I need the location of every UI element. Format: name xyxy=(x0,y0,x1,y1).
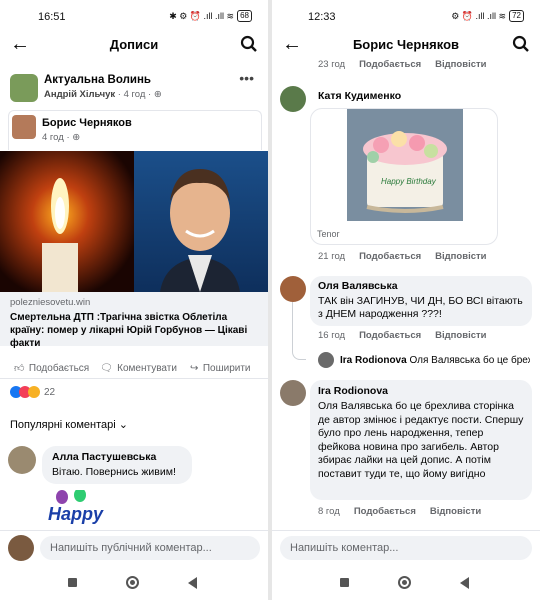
comment-input[interactable]: Напишіть коментар... xyxy=(280,536,532,560)
page-title: Дописи xyxy=(109,37,159,52)
thread-line xyxy=(292,302,306,360)
comment-author[interactable]: Алла Пастушевська xyxy=(52,451,156,463)
gif-attachment[interactable]: Happy Birthday Tenor xyxy=(310,108,498,245)
recent-apps-icon[interactable] xyxy=(340,578,349,587)
status-icons: ✱ ⚙ ⏰ .ıll .ıll ≋ 68 xyxy=(169,10,252,22)
like-link[interactable]: Подобається xyxy=(359,251,421,262)
sharer-name[interactable]: Андрій Хільчук xyxy=(44,89,115,100)
divider xyxy=(0,378,268,379)
comment-time: 21 год xyxy=(318,251,346,262)
left-screen: 16:51 ✱ ⚙ ⏰ .ıll .ıll ≋ 68 ← Дописи Актуа… xyxy=(0,0,268,600)
globe-icon: ⊕ xyxy=(72,132,81,143)
like-link[interactable]: Подобається xyxy=(359,330,421,341)
comment-gif[interactable]: Happy xyxy=(44,490,124,530)
gif-source: Tenor xyxy=(317,229,340,239)
shared-author-avatar[interactable] xyxy=(12,115,36,139)
comment-text: ТАК він ЗАГИНУВ, ЧИ ДН, БО ВСІ вітають з… xyxy=(318,295,523,320)
balloon-icon xyxy=(74,490,86,502)
page-avatar[interactable] xyxy=(10,74,38,102)
reply-link[interactable]: Відповісти xyxy=(430,506,481,517)
candle-and-portrait-image xyxy=(0,151,268,292)
more-options-icon[interactable]: ••• xyxy=(239,70,254,86)
comment-bubble-icon: 🗨︎ xyxy=(100,363,113,374)
comment-avatar[interactable] xyxy=(8,446,36,474)
share-arrow-icon: ↪ xyxy=(190,363,199,374)
comment-actions-row: 8 год Подобається Відповісти xyxy=(318,506,481,517)
system-nav-bar xyxy=(272,564,540,600)
link-preview-image[interactable] xyxy=(0,151,268,292)
comment-avatar[interactable] xyxy=(280,86,306,112)
comment-avatar[interactable] xyxy=(280,380,306,406)
user-avatar xyxy=(8,535,34,561)
page-name[interactable]: Актуальна Волинь xyxy=(44,74,151,86)
post-time: 4 год xyxy=(123,89,146,100)
page-title: Борис Черняков xyxy=(352,37,460,52)
balloon-icon xyxy=(56,490,68,504)
thumb-up-icon: 👍︎ xyxy=(14,363,25,374)
top-comments-filter[interactable]: Популярні коментарі ⌄ xyxy=(10,418,128,431)
chevron-down-icon: ⌄ xyxy=(118,419,128,431)
comment-text: Вітаю. Повернись живим! xyxy=(52,466,176,478)
back-icon[interactable] xyxy=(460,577,469,589)
comment-time: 23 год xyxy=(318,59,346,70)
comment-button[interactable]: 🗨︎ Коментувати xyxy=(100,358,177,376)
globe-icon: ⊕ xyxy=(153,89,162,100)
search-icon[interactable] xyxy=(240,35,258,53)
recent-apps-icon[interactable] xyxy=(68,578,77,587)
comment-author[interactable]: Оля Валявська xyxy=(318,280,398,292)
comment-composer: Напишіть публічний коментар... xyxy=(0,530,268,564)
shared-post-header xyxy=(8,110,262,150)
battery-icon: 72 xyxy=(509,10,524,22)
battery-icon: 68 xyxy=(237,10,252,22)
reply-avatar[interactable] xyxy=(318,352,334,368)
status-time: 12:33 xyxy=(308,11,336,23)
app-bar: ← Борис Черняков xyxy=(272,30,540,60)
status-bar: 16:51 ✱ ⚙ ⏰ .ıll .ıll ≋ 68 xyxy=(0,0,268,34)
reply-link[interactable]: Відповісти xyxy=(435,251,486,262)
home-icon[interactable] xyxy=(398,576,411,589)
app-bar: ← Дописи xyxy=(0,30,268,60)
comment-text: Оля Валявська бо це брехлива сторінка де… xyxy=(318,400,524,480)
reaction-count: 22 xyxy=(44,386,56,398)
home-icon[interactable] xyxy=(126,576,139,589)
reactions-summary[interactable]: 22 xyxy=(10,386,55,398)
care-reaction-icon xyxy=(28,386,40,398)
comment-composer: Напишіть коментар... xyxy=(272,530,540,564)
gif-caption: Happy xyxy=(48,504,104,524)
reply-link[interactable]: Відповісти xyxy=(435,330,486,341)
reply-preview[interactable]: Ira Rodionova Оля Валявська бо це брехли… xyxy=(340,355,530,366)
like-link[interactable]: Подобається xyxy=(354,506,416,517)
comment-time: 8 год xyxy=(318,506,340,517)
share-button[interactable]: ↪ Поширити xyxy=(190,358,251,376)
comment-input[interactable]: Напишіть публічний коментар... xyxy=(40,536,260,560)
link-title[interactable]: Смертельна ДТП :Трагічна звістка Облетіл… xyxy=(10,311,262,350)
comment-time: 16 год xyxy=(318,330,346,341)
like-link[interactable]: Подобається xyxy=(359,59,421,70)
comment-actions-row: 16 год Подобається Відповісти xyxy=(318,330,486,341)
like-button[interactable]: 👍︎ Подобається xyxy=(14,358,89,376)
link-domain: polezniesovetu.win xyxy=(10,297,91,308)
status-time: 16:51 xyxy=(38,11,66,23)
back-icon[interactable] xyxy=(188,577,197,589)
comment-avatar[interactable] xyxy=(280,276,306,302)
shared-post-time: 4 год xyxy=(42,132,64,143)
comment-actions-row: 23 год Подобається Відповісти xyxy=(318,59,486,70)
reply-link[interactable]: Відповісти xyxy=(435,59,486,70)
gif-caption: Happy Birthday xyxy=(381,177,436,186)
system-nav-bar xyxy=(0,564,268,600)
right-screen: 12:33 ⚙ ⏰ .ıll .ıll ≋ 72 ← Борис Черняков… xyxy=(272,0,540,600)
status-bar: 12:33 ⚙ ⏰ .ıll .ıll ≋ 72 xyxy=(272,0,540,34)
shared-author-name[interactable]: Борис Черняков xyxy=(42,117,132,129)
search-icon[interactable] xyxy=(512,35,530,53)
status-icons: ⚙ ⏰ .ıll .ıll ≋ 72 xyxy=(451,10,524,22)
comment-author[interactable]: Ira Rodionova xyxy=(318,385,388,397)
comment-actions-row: 21 год Подобається Відповісти xyxy=(318,251,486,262)
comment-author[interactable]: Катя Кудименко xyxy=(318,90,401,102)
